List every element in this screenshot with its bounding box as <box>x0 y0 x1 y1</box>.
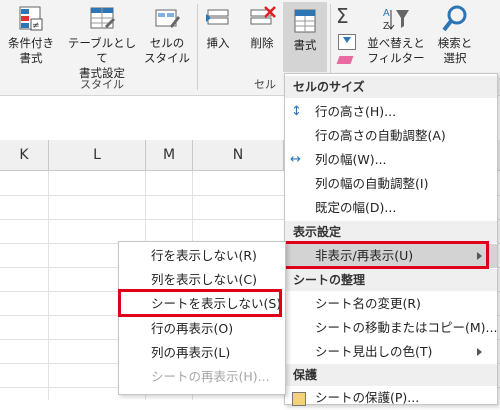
insert-button[interactable]: 挿入 <box>200 4 236 51</box>
find-select-button[interactable]: 検索と 選択 <box>430 4 480 66</box>
menu-item-default-width[interactable]: 既定の幅(D)... <box>285 196 497 220</box>
search-icon <box>440 4 470 34</box>
format-icon <box>290 6 320 36</box>
menu-item-column-width[interactable]: ↔ 列の幅(W)... <box>285 148 497 172</box>
highlight-hide-sheet <box>118 289 282 317</box>
column-header-l[interactable]: L <box>49 140 146 170</box>
svg-text:≠: ≠ <box>32 21 40 31</box>
format-menu: セルのサイズ ↕ 行の高さ(H)... 行の高さの自動調整(A) ↔ 列の幅(W… <box>284 73 498 406</box>
ribbon-separator <box>197 4 198 90</box>
cell-style-label: セルの スタイル <box>144 36 190 65</box>
section-organize-sheets: シートの整理 <box>285 269 497 291</box>
insert-icon <box>203 4 233 34</box>
styles-group-label: スタイル <box>80 78 124 91</box>
format-as-table-button[interactable]: テーブルとして 書式設定 <box>66 4 138 81</box>
cells-group-label: セル <box>254 78 276 91</box>
hide-unhide-submenu: 行を表示しない(R) 列を表示しない(C) シートを表示しない(S) 行の再表示… <box>118 241 286 395</box>
delete-button[interactable]: 削除 <box>242 4 282 51</box>
menu-item-unhide-sheet[interactable]: シートの再表示(H)... <box>119 365 285 389</box>
row-height-icon: ↕ <box>291 104 302 119</box>
fill-icon[interactable] <box>338 34 356 50</box>
format-label: 書式 <box>293 38 317 52</box>
conditional-format-label: 条件付き 書式 <box>8 36 54 65</box>
delete-icon <box>247 4 277 34</box>
protect-sheet-icon <box>292 392 306 406</box>
svg-text:A: A <box>383 8 390 19</box>
column-width-icon: ↔ <box>290 152 301 167</box>
delete-label: 削除 <box>250 36 274 50</box>
menu-item-hide-rows[interactable]: 行を表示しない(R) <box>119 244 285 268</box>
column-header-n[interactable]: N <box>193 140 284 170</box>
cell-style-button[interactable]: セルの スタイル <box>140 4 194 66</box>
menu-item-autofit-row[interactable]: 行の高さの自動調整(A) <box>285 124 497 148</box>
menu-item-rename-sheet[interactable]: シート名の変更(R) <box>285 292 497 316</box>
table-format-icon <box>87 4 117 34</box>
find-select-label: 検索と 選択 <box>437 36 473 65</box>
highlight-hide-unhide <box>283 241 489 269</box>
clear-icon[interactable] <box>336 56 354 66</box>
menu-item-unhide-columns[interactable]: 列の再表示(L) <box>119 341 285 365</box>
conditional-format-button[interactable]: ≠ 条件付き 書式 <box>2 4 60 66</box>
menu-item-protect-sheet[interactable]: シートの保護(P)... <box>285 386 497 410</box>
section-protection: 保護 <box>285 364 497 386</box>
conditional-format-icon: ≠ <box>16 4 46 34</box>
autosum-icon[interactable]: Σ <box>336 4 349 28</box>
column-header-k[interactable]: K <box>0 140 49 170</box>
menu-item-row-height[interactable]: ↕ 行の高さ(H)... <box>285 100 497 124</box>
section-cell-size: セルのサイズ <box>285 76 497 98</box>
column-header-m[interactable]: M <box>146 140 193 170</box>
sort-filter-button[interactable]: A Z 並べ替えと フィルター <box>364 4 428 66</box>
sort-filter-label: 並べ替えと フィルター <box>367 36 425 65</box>
menu-item-unhide-rows[interactable]: 行の再表示(O) <box>119 317 285 341</box>
sort-filter-icon: A Z <box>381 4 411 34</box>
table-format-label: テーブルとして 書式設定 <box>67 36 137 80</box>
menu-item-autofit-column[interactable]: 列の幅の自動調整(I) <box>285 172 497 196</box>
menu-item-move-copy-sheet[interactable]: シートの移動またはコピー(M)... <box>285 316 497 340</box>
section-visibility: 表示設定 <box>285 221 497 243</box>
menu-item-tab-color[interactable]: シート見出しの色(T) <box>285 340 497 364</box>
submenu-arrow-icon <box>477 348 482 356</box>
svg-text:Z: Z <box>383 21 389 32</box>
grid-line <box>48 171 49 400</box>
insert-label: 挿入 <box>206 36 230 50</box>
format-button[interactable]: 書式 <box>283 2 327 72</box>
cell-style-icon <box>152 4 182 34</box>
